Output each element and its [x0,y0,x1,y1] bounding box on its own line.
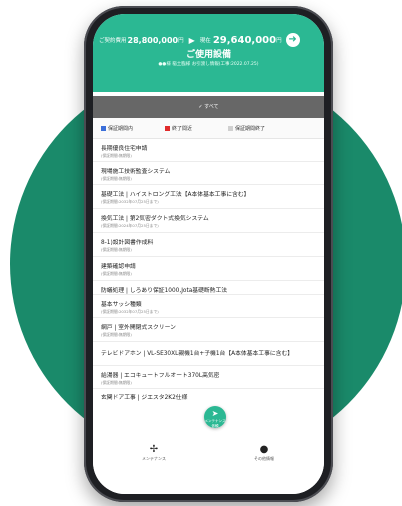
page-title: ご使用設備 [185,50,231,60]
bottom-nav: ✢ メンテナンス ● その他情報 [93,440,324,494]
list-item[interactable]: 8-1)設計図書作成料 (保証期間:無期限) [93,233,324,257]
item-name: 建築確認申請 [101,264,136,270]
app-screen: ご契約費用 28,800,000 円 ▶ 現在 29,640,000 円 ➜ ご… [93,14,324,494]
legend-in-warranty: 保証期間内 [101,125,133,132]
nav-maintenance[interactable]: ✢ メンテナンス [129,444,179,462]
item-name: 換気工法 | 第2気密ダクト式換気システム [101,216,209,222]
item-status: (保証期間:2024年07月25日まで) [101,223,159,228]
maintenance-request-button[interactable]: ➤ メンテナンス依頼 [204,406,226,428]
current-cost-label: 現在 [199,38,211,44]
send-icon: ➤ [211,409,219,418]
item-name: 防蟻処理 | しろあり保証1000,Jota基礎断熱工法 [101,288,228,294]
list-item[interactable]: 現場施工技術監査システム (保証期間:無期限) [93,162,324,185]
nav-other[interactable]: ● その他情報 [239,444,289,462]
item-status: (保証期間:無期限) [101,247,132,252]
nav-maintenance-label: メンテナンス [142,456,166,461]
legend-label: 終了間近 [172,125,193,132]
tools-icon: ✢ [149,444,159,455]
total-cost-value: 28,800,000 [127,35,179,45]
legend-expired: 保証期間終了 [228,125,265,132]
item-name: 8-1)設計図書作成料 [101,240,154,246]
item-name: 玄関ドア工事 | ジエスタ2K2仕様 [101,395,188,401]
info-icon: ● [259,444,269,455]
legend-label: 保証期間終了 [235,125,266,132]
item-status: (保証期間:無期限) [101,176,132,181]
list-item[interactable]: 給湯器 | エコキュートフルオート370L高気密 (保証期間:無期限) [93,366,324,389]
legend-swatch [165,125,171,131]
item-status: (保証期間:無期限) [101,332,132,337]
nav-other-label: その他情報 [254,456,274,461]
list-item[interactable]: 網戸 | 室外開閉式スクリーン (保証期間:無期限) [93,318,324,342]
item-name: テレビドアホン | VL-SE30XL親機1台+子機1台【A本体基本工事に含む】 [101,351,294,357]
item-name: 基本サッシ種類 [101,302,142,308]
total-cost-unit: 円 [178,38,184,44]
item-name: 網戸 | 室外開閉式スクリーン [101,325,176,331]
item-name: 給湯器 | エコキュートフルオート370L高気密 [101,373,220,379]
app-header: ご契約費用 28,800,000 円 ▶ 現在 29,640,000 円 ➜ ご… [93,14,324,92]
play-arrow-icon: ▶ [188,35,195,45]
list-item[interactable]: 防蟻処理 | しろあり保証1000,Jota基礎断熱工法 [93,281,324,295]
item-status: (保証期間:無期限) [101,380,132,385]
item-status: (保証期間:無期限) [101,271,132,276]
item-name: 長期優良住宅申請 [101,146,148,152]
list-item[interactable]: 基本サッシ種類 (保証期間:2032年07月25日まで) [93,295,324,318]
list-item[interactable]: テレビドアホン | VL-SE30XL親機1台+子機1台【A本体基本工事に含む】 [93,342,324,366]
equipment-list: 長期優良住宅申請 (保証期間:無期限) 現場施工技術監査システム (保証期間:無… [93,139,324,403]
fab-label: メンテナンス依頼 [204,419,226,428]
list-item[interactable]: 長期優良住宅申請 (保証期間:無期限) [93,139,324,162]
item-status: (保証期間:2032年07月25日まで) [101,199,159,204]
total-cost-label: ご契約費用 [99,38,127,44]
arrow-right-circle-icon[interactable]: ➜ [285,33,300,47]
cost-summary: ご契約費用 28,800,000 円 ▶ 現在 29,640,000 円 ➜ [99,33,324,47]
filter-all-button[interactable]: ✓ すべて [93,96,324,118]
list-item[interactable]: 建築確認申請 (保証期間:無期限) [93,257,324,281]
item-status: (保証期間:無期限) [101,153,132,158]
current-cost-unit: 円 [276,38,282,44]
legend-ending-soon: 終了間近 [165,125,192,132]
legend-swatch [101,125,106,131]
item-status: (保証期間:2032年07月25日まで) [101,309,159,314]
status-legend: 保証期間内 終了間近 保証期間終了 [93,118,324,139]
item-name: 現場施工技術監査システム [101,169,171,175]
list-item[interactable]: 換気工法 | 第2気密ダクト式換気システム (保証期間:2024年07月25日ま… [93,209,324,233]
list-item[interactable]: 玄関ドア工事 | ジエスタ2K2仕様 [93,389,324,403]
list-item[interactable]: 基礎工法 | ハイストロング工法【A本体基本工事に含む】 (保証期間:2032年… [93,185,324,209]
current-cost-value: 29,640,000 [212,34,277,46]
item-name: 基礎工法 | ハイストロング工法【A本体基本工事に含む】 [101,192,250,198]
owner-info: ●●様 稲土臨様 お引渡し情報(工事:2022.07.25) [158,62,259,67]
legend-swatch [228,125,234,131]
legend-label: 保証期間内 [108,125,134,132]
